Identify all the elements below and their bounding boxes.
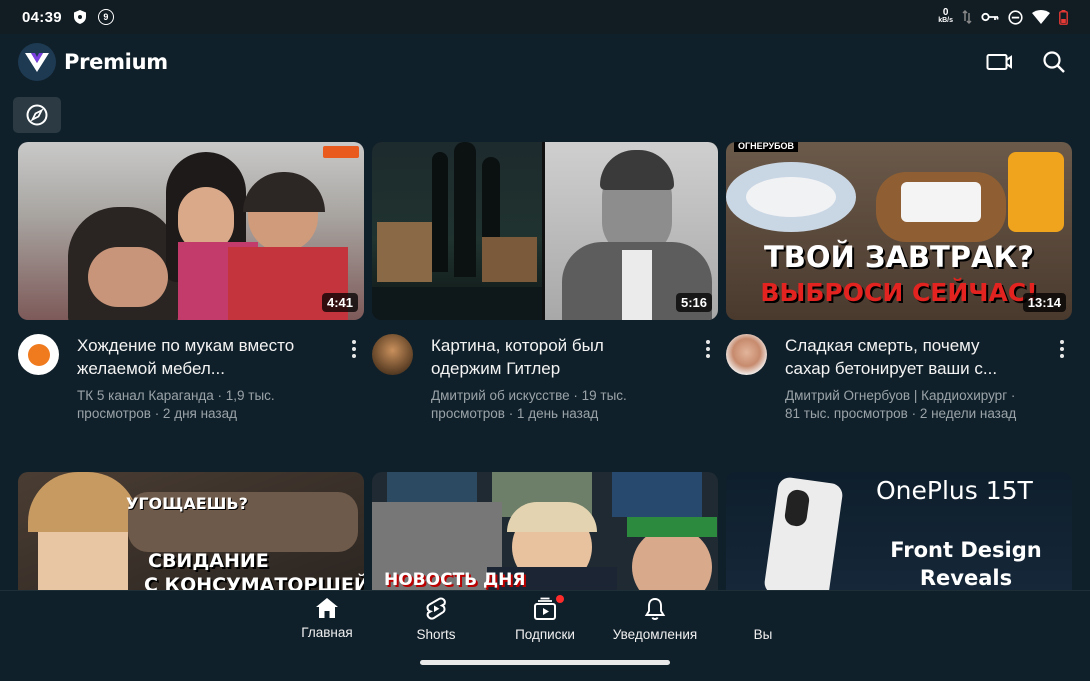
- video-thumbnail[interactable]: УГОЩАЕШЬ? СВИДАНИЕ С КОНСУМАТОРШЕЙ: [18, 472, 364, 602]
- wifi-icon: [1032, 10, 1050, 24]
- do-not-disturb-icon: [1008, 9, 1023, 25]
- status-bar: 04:39 9 0 kB/s: [0, 0, 1090, 34]
- video-card[interactable]: 5:16 Картина, которой был одержим Гитлер…: [372, 142, 718, 423]
- data-arrows-icon: [962, 9, 972, 25]
- app-logo[interactable]: [18, 43, 56, 81]
- nav-home[interactable]: Главная: [272, 597, 382, 640]
- nav-you[interactable]: Вы: [708, 597, 818, 642]
- nav-label: Уведомления: [612, 627, 698, 642]
- video-card[interactable]: 4:41 Хождение по мукам вместо желаемой м…: [18, 142, 364, 423]
- video-metadata: ТК 5 канал Караганда · 1,9 тыс. просмотр…: [77, 388, 275, 421]
- subscriptions-icon: [534, 597, 556, 620]
- thumbnail-subheadline: Reveals: [919, 566, 1013, 590]
- channel-avatar[interactable]: [372, 334, 413, 375]
- video-title[interactable]: Картина, которой был одержим Гитлер: [431, 334, 671, 380]
- thumbnail-subheadline: ВЫБРОСИ СЕЙЧАС!: [760, 278, 1038, 307]
- new-content-badge: [556, 595, 564, 603]
- notification-count-badge: 9: [97, 9, 114, 25]
- nav-shorts[interactable]: Shorts: [381, 597, 491, 642]
- more-options-icon[interactable]: [344, 334, 364, 423]
- video-thumbnail[interactable]: OnePlus 15T Front Design Reveals: [726, 472, 1072, 602]
- nav-label: Главная: [301, 625, 353, 640]
- nav-subscriptions[interactable]: Подписки: [490, 595, 600, 642]
- nav-label: Shorts: [416, 627, 456, 642]
- video-thumbnail[interactable]: ОГНЕРУБОВ ТВОЙ ЗАВТРАК? ВЫБРОСИ СЕЙЧАС! …: [726, 142, 1072, 320]
- compass-icon: [26, 104, 48, 126]
- shield-icon: [73, 10, 86, 24]
- thumbnail-headline: ТВОЙ ЗАВТРАК?: [763, 240, 1035, 274]
- video-thumbnail[interactable]: НОВОСТЬ ДНЯ: [372, 472, 718, 602]
- video-thumbnail[interactable]: 5:16: [372, 142, 718, 320]
- thumbnail-headline: УГОЩАЕШЬ?: [126, 494, 248, 513]
- video-duration: 4:41: [321, 293, 358, 312]
- bottom-navigation: Главная Shorts Подписки Уведомления Вы: [0, 590, 1090, 681]
- video-thumbnail[interactable]: 4:41: [18, 142, 364, 320]
- brand-title: Premium: [64, 50, 168, 74]
- channel-avatar[interactable]: [18, 334, 59, 375]
- top-app-bar: Premium: [0, 34, 1090, 90]
- shorts-icon: [426, 597, 446, 620]
- cast-icon[interactable]: [986, 52, 1012, 72]
- video-metadata: Дмитрий Огнербуов | Кардиохирург · 81 ты…: [785, 388, 1017, 421]
- channel-tag: ОГНЕРУБОВ: [734, 142, 799, 152]
- gesture-home-bar[interactable]: [420, 660, 670, 665]
- network-speed: 0 kB/s: [938, 7, 953, 25]
- app-screen: 04:39 9 0 kB/s Premium 4:41 Хождение по …: [0, 0, 1090, 681]
- video-duration: 13:14: [1022, 293, 1066, 312]
- search-icon[interactable]: [1042, 50, 1066, 74]
- video-card[interactable]: ОГНЕРУБОВ ТВОЙ ЗАВТРАК? ВЫБРОСИ СЕЙЧАС! …: [726, 142, 1072, 423]
- more-options-icon[interactable]: [698, 334, 718, 423]
- thumbnail-headline: НОВОСТЬ ДНЯ: [384, 570, 526, 590]
- explore-button[interactable]: [13, 97, 61, 133]
- logo-v-icon: [25, 53, 49, 72]
- home-icon: [316, 598, 338, 618]
- thumbnail-headline: Front Design: [890, 538, 1042, 562]
- bell-icon: [644, 598, 666, 620]
- video-title[interactable]: Хождение по мукам вместо желаемой мебел.…: [77, 334, 317, 380]
- status-time: 04:39: [22, 8, 62, 26]
- profile-icon: [751, 597, 775, 621]
- key-icon: [981, 12, 999, 22]
- thumbnail-subheadline: СВИДАНИЕ: [148, 550, 269, 572]
- channel-avatar[interactable]: [726, 334, 767, 375]
- battery-icon: [1059, 9, 1068, 25]
- video-title[interactable]: Сладкая смерть, почему сахар бетонирует …: [785, 334, 1025, 380]
- nav-label: Подписки: [515, 627, 575, 642]
- nav-notifications[interactable]: Уведомления: [600, 597, 710, 642]
- thumbnail-brand: OnePlus 15T: [876, 476, 1033, 505]
- video-duration: 5:16: [675, 293, 712, 312]
- nav-label: Вы: [753, 627, 773, 642]
- more-options-icon[interactable]: [1052, 334, 1072, 423]
- video-metadata: Дмитрий об искусстве · 19 тыс. просмотро…: [431, 388, 627, 421]
